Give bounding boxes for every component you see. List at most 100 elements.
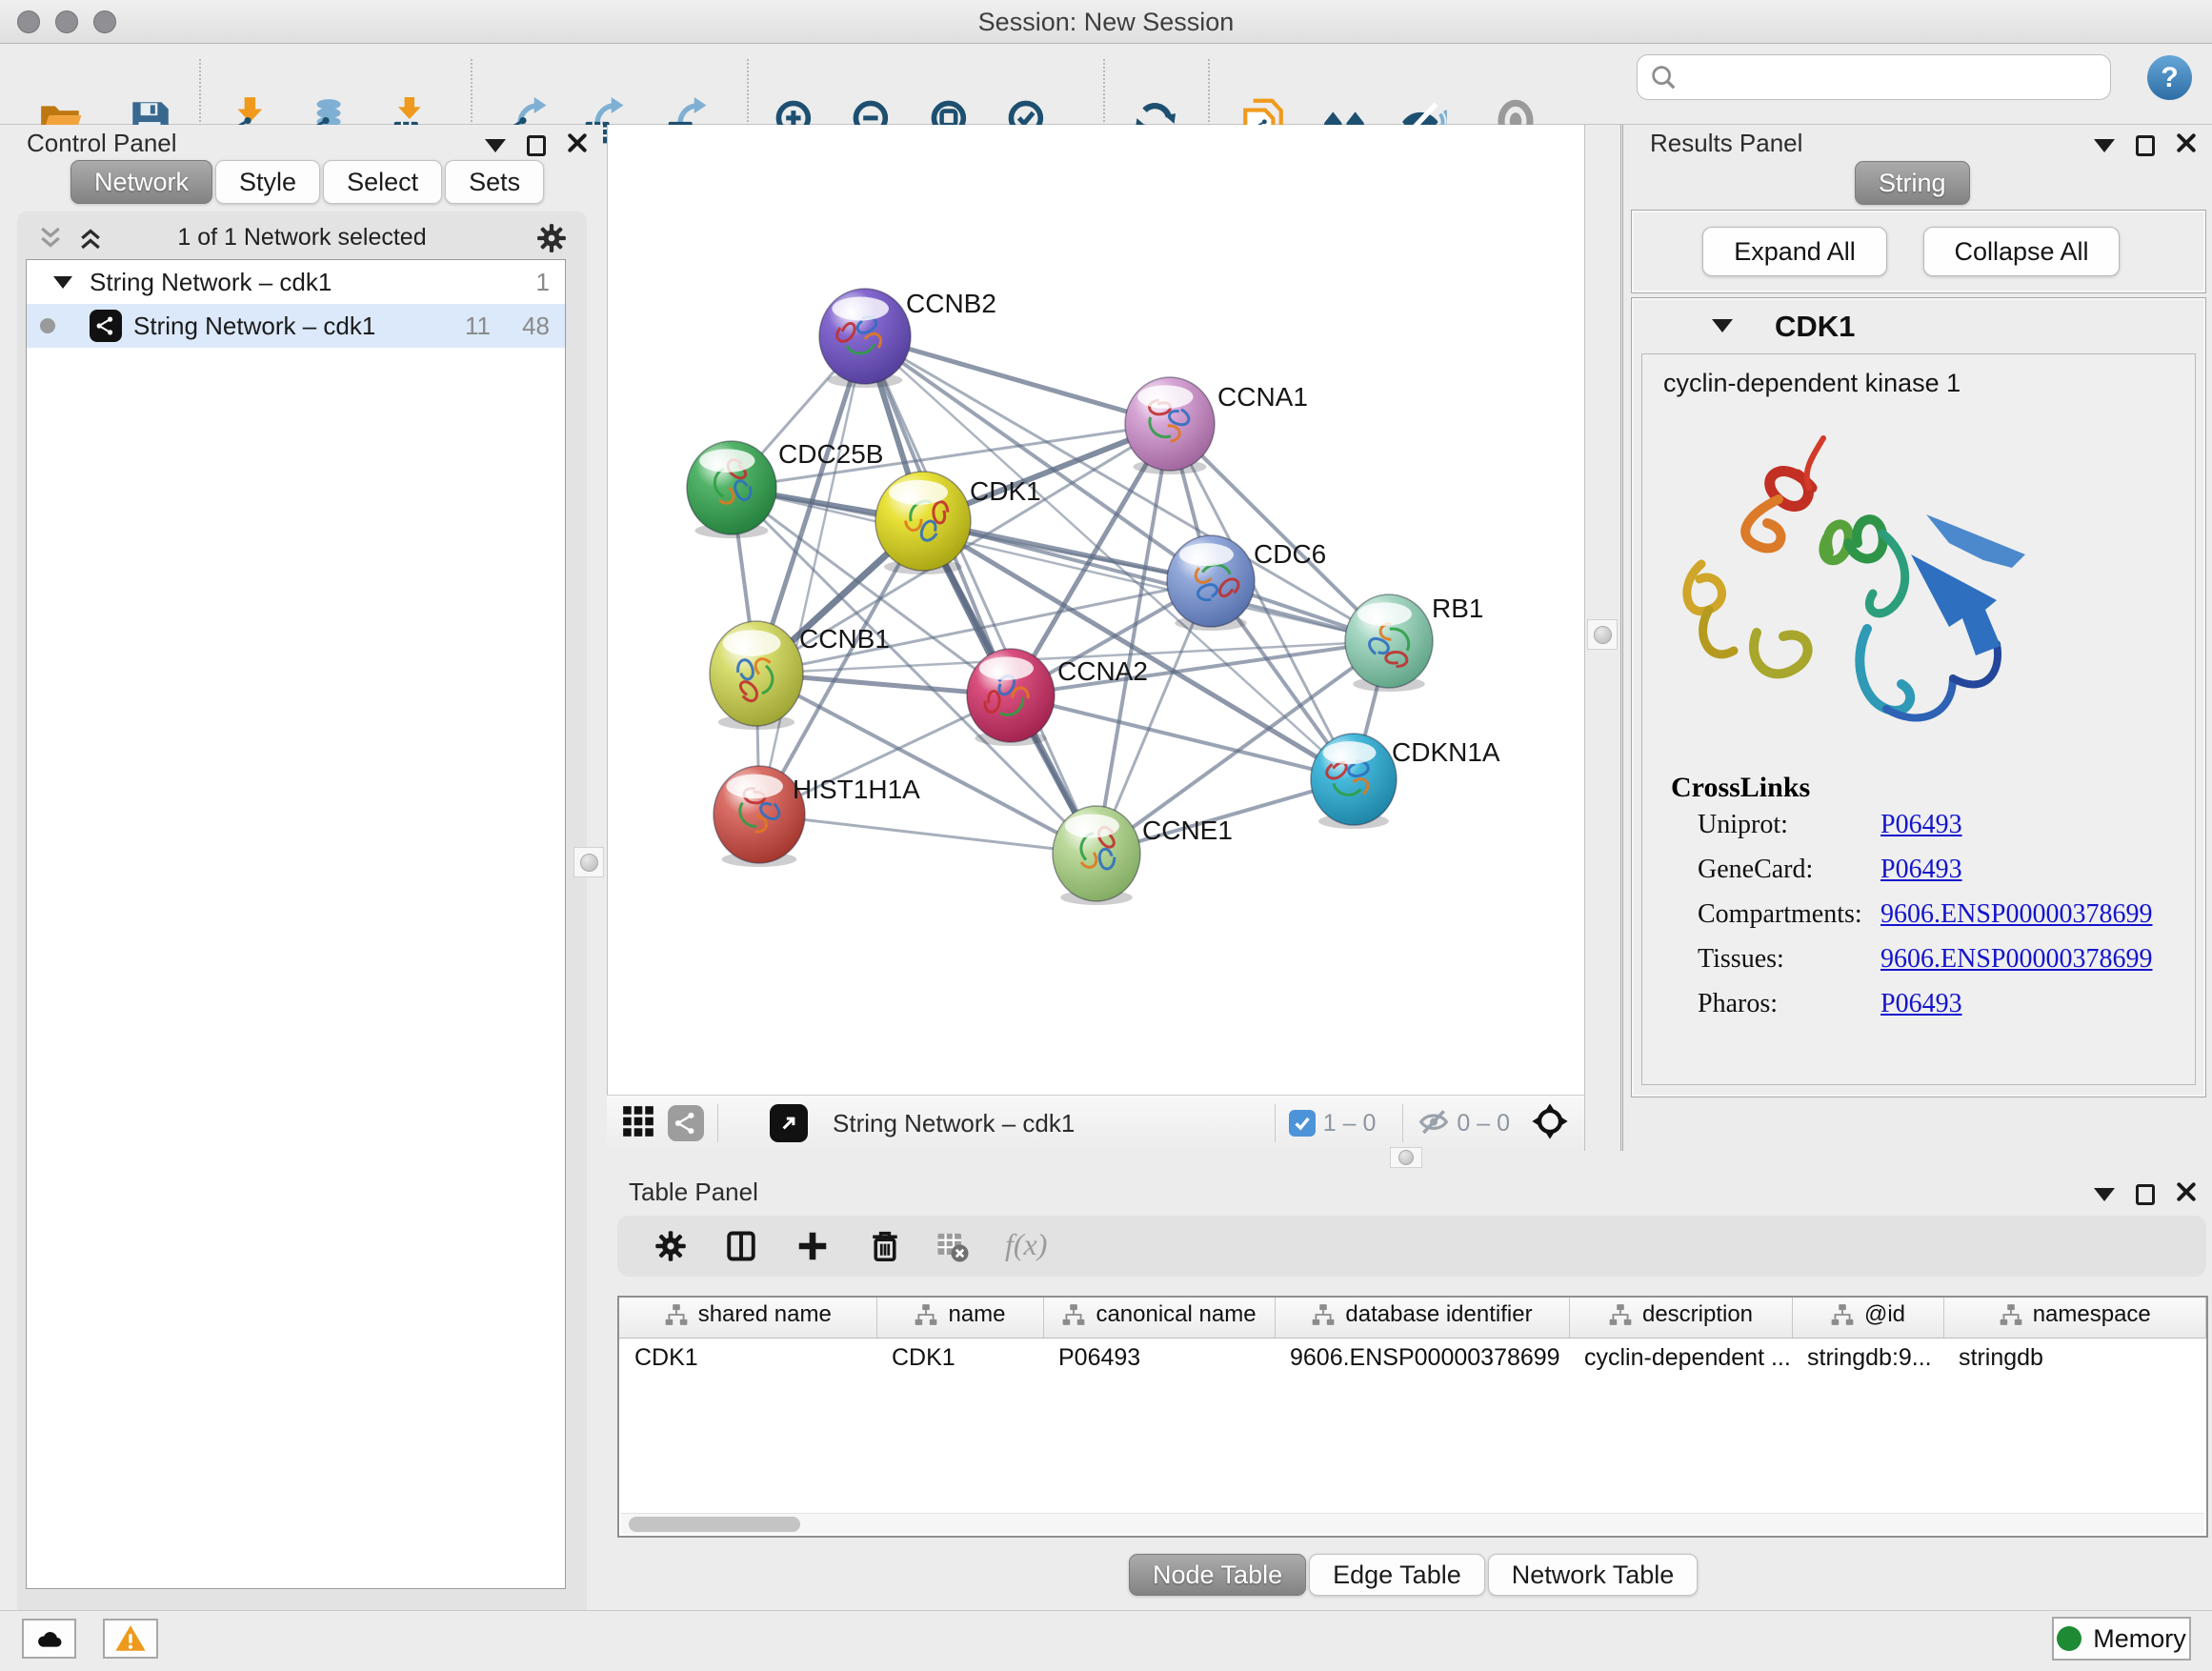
protein-description: cyclin-dependent kinase 1 — [1663, 369, 1961, 398]
control-panel: Control Panel NetworkStyleSelectSets 1 o… — [0, 125, 603, 1610]
memory-label: Memory — [2093, 1624, 2186, 1654]
network-graph: CCNB2CCNA1CDC25BCDK1CDC6RB1CCNB1CCNA2CDK… — [608, 125, 1585, 1095]
search-input[interactable] — [1678, 64, 2099, 91]
cell-description[interactable]: cyclin-dependent ... — [1569, 1338, 1792, 1378]
cell-shared-name[interactable]: CDK1 — [619, 1338, 876, 1378]
network-node-ccne1[interactable] — [1053, 806, 1140, 905]
float-panel-icon[interactable] — [2136, 135, 2155, 156]
network-node-rb1[interactable] — [1345, 594, 1433, 692]
protein-section-header[interactable]: CDK1 — [1632, 304, 2205, 353]
column-header[interactable]: canonical name — [1043, 1298, 1275, 1338]
scrollbar-thumb[interactable] — [629, 1517, 800, 1532]
network-collection-row[interactable]: String Network – cdk1 1 — [27, 260, 565, 304]
panel-menu-icon[interactable] — [2094, 139, 2115, 152]
horizontal-scrollbar[interactable] — [621, 1513, 2204, 1534]
network-node-cdc6[interactable] — [1167, 535, 1255, 631]
memory-button[interactable]: Memory — [2052, 1617, 2191, 1661]
hidden-items-icon — [1418, 1106, 1449, 1141]
network-view-title: String Network – cdk1 — [833, 1109, 1261, 1138]
panel-menu-icon[interactable] — [2094, 1188, 2115, 1201]
tab-style[interactable]: Style — [215, 160, 320, 204]
column-header[interactable]: namespace — [1943, 1298, 2206, 1338]
cell-canonical-name[interactable]: P06493 — [1043, 1338, 1275, 1378]
network-view-icon[interactable] — [668, 1105, 704, 1141]
tab-sets[interactable]: Sets — [445, 160, 544, 204]
crosslink-row: Pharos: P06493 — [1698, 989, 2174, 1034]
selected-nodes-checkbox[interactable] — [1289, 1110, 1316, 1137]
close-panel-icon[interactable] — [567, 131, 588, 160]
network-node-cdc25b[interactable] — [687, 441, 776, 538]
node-table: shared name name canonical name database… — [617, 1296, 2208, 1538]
warning-button[interactable] — [103, 1619, 158, 1659]
table-row[interactable]: CDK1 CDK1 P06493 9606.ENSP00000378699 cy… — [619, 1338, 2206, 1378]
table-options-gear-icon[interactable] — [653, 1228, 689, 1264]
network-node-hist1h1a[interactable] — [714, 766, 805, 867]
bottom-splitter-handle[interactable] — [1390, 1147, 1422, 1168]
tab-network[interactable]: Network — [70, 160, 212, 204]
cloud-button[interactable] — [22, 1619, 76, 1659]
node-label-cdc25b: CDC25B — [778, 439, 883, 469]
crosslink-link[interactable]: 9606.ENSP00000378699 — [1880, 899, 2152, 930]
network-label: String Network – cdk1 — [133, 312, 375, 341]
protein-name: CDK1 — [1775, 310, 1855, 344]
crosslink-link[interactable]: P06493 — [1880, 810, 1962, 840]
grid-view-icon[interactable] — [620, 1103, 656, 1144]
selected-counts: 1 – 0 — [1323, 1110, 1377, 1137]
expand-all-button[interactable]: Expand All — [1702, 227, 1887, 276]
create-column-plus-icon[interactable] — [794, 1228, 831, 1264]
help-glyph: ? — [2161, 62, 2178, 94]
column-header[interactable]: name — [876, 1298, 1043, 1338]
search-icon — [1649, 63, 1678, 91]
warning-icon — [114, 1622, 147, 1655]
help-button[interactable]: ? — [2147, 55, 2192, 100]
delete-column-trash-icon[interactable] — [867, 1228, 903, 1264]
crosslink-link[interactable]: P06493 — [1880, 855, 1962, 885]
open-in-new-window-icon[interactable] — [770, 1104, 808, 1142]
tab-edge-table[interactable]: Edge Table — [1309, 1554, 1485, 1596]
column-header[interactable]: database identifier — [1275, 1298, 1569, 1338]
function-builder-icon[interactable]: f(x) — [1005, 1227, 1047, 1262]
cell-database-identifier[interactable]: 9606.ENSP00000378699 — [1275, 1338, 1569, 1378]
right-splitter-handle[interactable] — [1587, 619, 1618, 650]
main-toolbar: ? — [0, 44, 2212, 125]
crosslinks-title: CrossLinks — [1671, 772, 1810, 804]
crosslink-link[interactable]: P06493 — [1880, 989, 1962, 1019]
panel-menu-icon[interactable] — [485, 139, 506, 152]
column-header[interactable]: description — [1569, 1298, 1792, 1338]
network-node-ccnb1[interactable] — [710, 621, 803, 730]
crosslink-label: GeneCard: — [1698, 855, 1813, 884]
cell-namespace[interactable]: stringdb — [1943, 1338, 2206, 1378]
float-panel-icon[interactable] — [527, 135, 546, 156]
delete-table-icon[interactable] — [935, 1228, 971, 1264]
collection-expand-icon[interactable] — [53, 276, 72, 289]
network-node-cdkn1a[interactable] — [1311, 734, 1397, 829]
crosslink-row: Compartments: 9606.ENSP00000378699 — [1698, 899, 2174, 944]
column-header[interactable]: @id — [1792, 1298, 1943, 1338]
tab-string[interactable]: String — [1855, 161, 1970, 205]
birdseye-crosshair-icon[interactable] — [1531, 1102, 1569, 1145]
cell-name[interactable]: CDK1 — [876, 1338, 1043, 1378]
collapse-all-button[interactable]: Collapse All — [1923, 227, 2120, 276]
column-header[interactable]: shared name — [619, 1298, 876, 1338]
network-node-ccna1[interactable] — [1125, 377, 1215, 474]
node-label-ccna2: CCNA2 — [1057, 656, 1148, 686]
crosslink-link[interactable]: 9606.ENSP00000378699 — [1880, 944, 2152, 975]
network-options-gear-icon[interactable] — [535, 222, 568, 254]
tab-network-table[interactable]: Network Table — [1488, 1554, 1699, 1596]
crosslink-label: Pharos: — [1698, 989, 1778, 1018]
float-panel-icon[interactable] — [2136, 1184, 2155, 1205]
crosslink-row: Tissues: 9606.ENSP00000378699 — [1698, 944, 2174, 989]
network-row-selected[interactable]: String Network – cdk1 11 48 — [27, 304, 565, 348]
node-label-hist1h1a: HIST1H1A — [793, 775, 920, 804]
network-canvas[interactable]: CCNB2CCNA1CDC25BCDK1CDC6RB1CCNB1CCNA2CDK… — [607, 125, 1584, 1095]
tab-node-table[interactable]: Node Table — [1129, 1554, 1306, 1596]
cell-id[interactable]: stringdb:9... — [1792, 1338, 1943, 1378]
window-title: Session: New Session — [0, 8, 2212, 37]
close-panel-icon[interactable] — [2176, 1179, 2197, 1209]
titlebar: Session: New Session — [0, 0, 2212, 44]
search-field[interactable] — [1637, 54, 2111, 100]
show-columns-icon[interactable] — [723, 1228, 759, 1264]
left-splitter-handle[interactable] — [573, 847, 604, 877]
tab-select[interactable]: Select — [323, 160, 442, 204]
close-panel-icon[interactable] — [2176, 131, 2197, 160]
